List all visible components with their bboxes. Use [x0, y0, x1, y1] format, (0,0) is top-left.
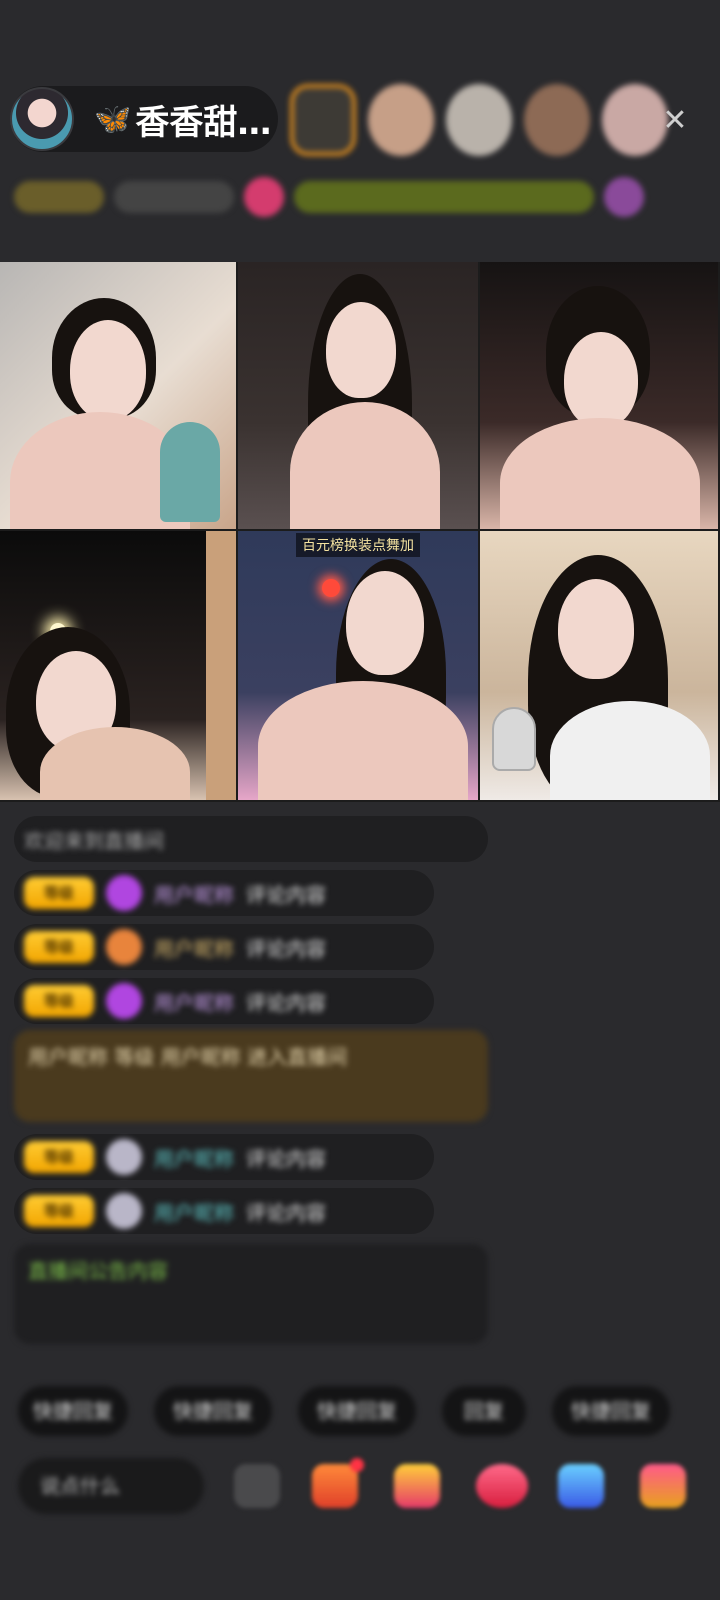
host-info-pill[interactable]: 🦋 香香甜… [10, 86, 278, 152]
viewer-avatar[interactable] [368, 84, 434, 156]
entrance-highlight[interactable]: 用户昵称 等级 用户昵称 进入直播间 [14, 1030, 488, 1122]
chat-message[interactable]: 等级 用户昵称 评论内容 [14, 924, 434, 970]
level-badge: 等级 [24, 1195, 94, 1227]
activity-icon[interactable] [604, 177, 644, 217]
quick-reply-chip[interactable]: 快捷回复 [154, 1386, 272, 1436]
stream-tile[interactable] [0, 531, 238, 802]
close-icon[interactable]: ✕ [658, 104, 692, 138]
rank-badge-row[interactable] [14, 176, 700, 218]
level-badge: 等级 [24, 1141, 94, 1173]
viewer-avatar[interactable] [524, 84, 590, 156]
bottom-bar: 说点什么 [18, 1454, 720, 1524]
say-something-input[interactable]: 说点什么 [18, 1458, 204, 1514]
chat-message[interactable]: 等级 用户昵称 评论内容 [14, 1188, 434, 1234]
rank-badge[interactable] [14, 181, 104, 213]
butterfly-icon: 🦋 [94, 101, 132, 137]
rank-badge[interactable] [114, 181, 234, 213]
stream-tile[interactable] [0, 262, 238, 531]
gift-box-icon[interactable] [312, 1458, 364, 1508]
quick-reply-chip[interactable]: 快捷回复 [298, 1386, 416, 1436]
viewer-avatar[interactable] [290, 84, 356, 156]
share-icon[interactable] [558, 1464, 604, 1508]
emoji-icon[interactable] [234, 1464, 280, 1508]
viewer-avatar[interactable] [446, 84, 512, 156]
quick-reply-bar: 快捷回复 快捷回复 快捷回复 回复 快捷回复 [18, 1386, 670, 1436]
quick-reply-chip[interactable]: 快捷回复 [18, 1386, 128, 1436]
stream-tile[interactable] [238, 262, 480, 531]
quick-reply-chip[interactable]: 回复 [442, 1386, 526, 1436]
announcement: 直播间公告内容 [14, 1244, 488, 1344]
chat-message[interactable]: 等级 用户昵称 评论内容 [14, 1134, 434, 1180]
host-avatar[interactable] [10, 87, 74, 151]
stream-tile[interactable]: 百元榜换装点舞加 [238, 531, 480, 802]
treasure-icon[interactable] [394, 1464, 440, 1508]
stream-caption: 百元榜换装点舞加 [296, 533, 420, 557]
chat-message[interactable]: 等级 用户昵称 评论内容 [14, 870, 434, 916]
more-icon[interactable] [640, 1464, 686, 1508]
diamond-icon [106, 983, 142, 1019]
stream-tile[interactable] [480, 531, 720, 802]
level-badge: 等级 [24, 985, 94, 1017]
flame-icon [106, 929, 142, 965]
avatar-icon [106, 1139, 142, 1175]
multi-stream-grid: 百元榜换装点舞加 [0, 262, 720, 802]
system-message: 欢迎来到直播间 [14, 816, 488, 862]
quick-reply-chip[interactable]: 快捷回复 [552, 1386, 670, 1436]
diamond-icon [106, 875, 142, 911]
chat-message[interactable]: 等级 用户昵称 评论内容 [14, 978, 434, 1024]
activity-badge[interactable] [294, 181, 594, 213]
stream-tile[interactable] [480, 262, 720, 531]
fan-club-icon[interactable] [244, 177, 284, 217]
viewer-avatars [290, 84, 668, 156]
avatar-icon [106, 1193, 142, 1229]
notification-dot [350, 1458, 364, 1472]
level-badge: 等级 [24, 877, 94, 909]
heart-icon[interactable] [476, 1464, 528, 1508]
level-badge: 等级 [24, 931, 94, 963]
host-name: 香香甜… [135, 102, 272, 143]
